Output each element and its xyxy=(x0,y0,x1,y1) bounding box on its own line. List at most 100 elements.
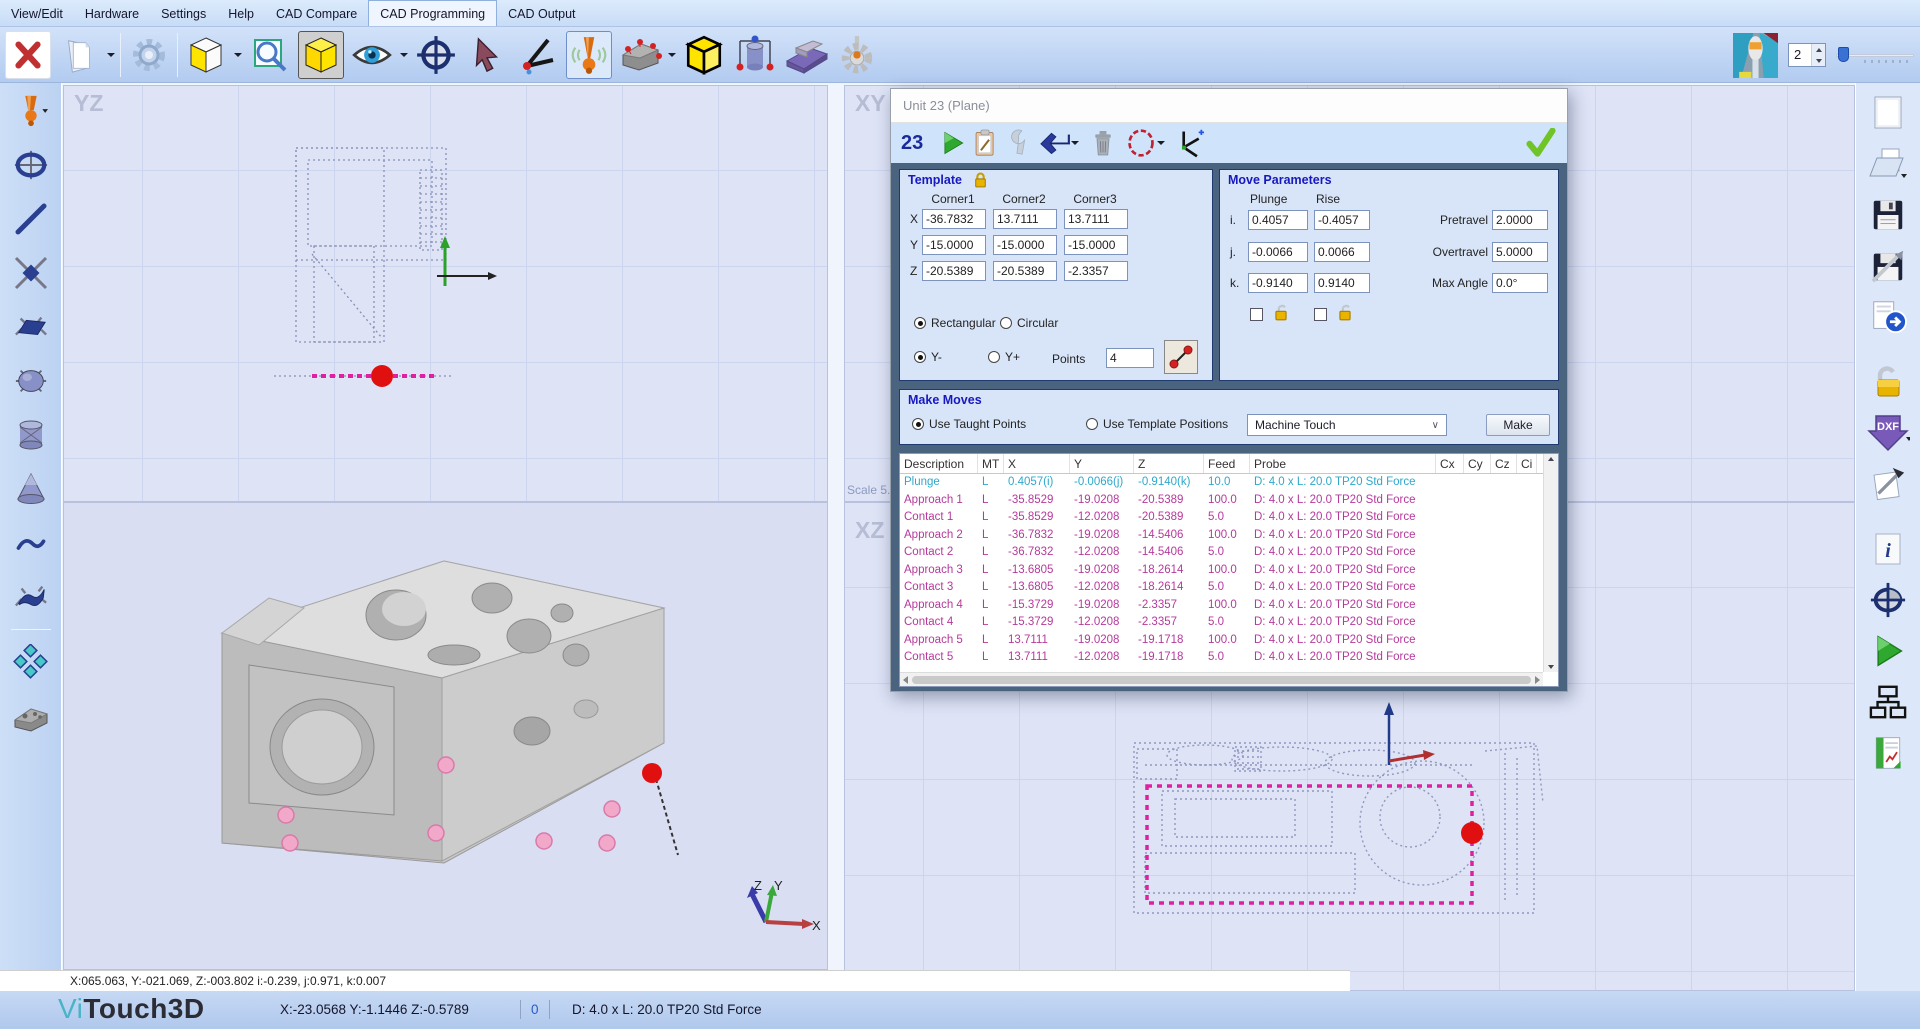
scroll-right-icon[interactable] xyxy=(1535,676,1540,684)
probe-preview-thumbnail[interactable] xyxy=(1733,33,1778,78)
new-document-button[interactable] xyxy=(1865,91,1911,135)
z-corner1-field[interactable] xyxy=(922,261,986,281)
scrollbar-thumb[interactable] xyxy=(912,676,1531,684)
curve-feature-button[interactable] xyxy=(8,521,54,565)
menu-help[interactable]: Help xyxy=(217,0,265,26)
return-move-button[interactable] xyxy=(1039,127,1071,159)
info-button[interactable]: i xyxy=(1865,527,1911,571)
y-corner1-field[interactable] xyxy=(922,235,986,255)
i-rise-field[interactable] xyxy=(1314,210,1370,230)
dialog-titlebar[interactable]: Unit 23 (Plane) xyxy=(891,89,1567,123)
plunge-lock-checkbox[interactable] xyxy=(1250,308,1263,321)
table-row[interactable]: Contact 2L-36.7832-12.0208-14.54065.0D: … xyxy=(900,544,1558,562)
axes-tool-button[interactable] xyxy=(1173,127,1205,159)
scroll-down-icon[interactable] xyxy=(1548,665,1554,669)
machine-gear-button[interactable] xyxy=(834,31,880,79)
table-row[interactable]: Approach 4L-15.3729-19.0208-2.3357100.0D… xyxy=(900,597,1558,615)
cylinder-feature-button[interactable] xyxy=(8,413,54,457)
accept-button[interactable] xyxy=(1525,127,1557,159)
scroll-left-icon[interactable] xyxy=(903,676,908,684)
use-template-positions-radio[interactable]: Use Template Positions xyxy=(1086,417,1228,431)
sphere-feature-button[interactable] xyxy=(8,359,54,403)
delete-button[interactable] xyxy=(1087,127,1119,159)
menu-settings[interactable]: Settings xyxy=(150,0,217,26)
cone-feature-button[interactable] xyxy=(8,467,54,511)
view-cube-button[interactable] xyxy=(183,31,229,79)
slider-thumb[interactable] xyxy=(1838,47,1849,62)
y-minus-radio[interactable]: Y- xyxy=(914,350,942,364)
probe-signal-button[interactable] xyxy=(566,31,612,79)
use-taught-points-radio[interactable]: Use Taught Points xyxy=(912,417,1026,431)
moves-table-header[interactable]: DescriptionMT XY ZFeed ProbeCx CyCz Ci xyxy=(900,454,1558,474)
rise-lock-checkbox[interactable] xyxy=(1314,308,1327,321)
settings-button[interactable] xyxy=(126,31,172,79)
edit-tool-button[interactable] xyxy=(1001,127,1033,159)
j-rise-field[interactable] xyxy=(1314,242,1370,262)
k-plunge-field[interactable] xyxy=(1248,273,1308,293)
dxf-export-button[interactable]: DXF xyxy=(1865,411,1911,455)
table-row[interactable]: Approach 5L13.7111-19.0208-19.1718100.0D… xyxy=(900,632,1558,650)
overtravel-field[interactable] xyxy=(1492,242,1548,262)
save-as-button[interactable] xyxy=(1865,244,1911,288)
surface-feature-button[interactable] xyxy=(8,575,54,619)
y-corner2-field[interactable] xyxy=(993,235,1057,255)
zoom-region-button[interactable] xyxy=(247,31,293,79)
probe-count-spinner[interactable]: 2 xyxy=(1788,43,1826,67)
table-row[interactable]: Contact 1L-35.8529-12.0208-20.53895.0D: … xyxy=(900,509,1558,527)
x-corner3-field[interactable] xyxy=(1064,209,1128,229)
lock-button[interactable] xyxy=(1865,360,1911,404)
menu-cad-programming[interactable]: CAD Programming xyxy=(368,0,497,26)
max-angle-field[interactable] xyxy=(1492,273,1548,293)
viewport-yz[interactable]: YZ xyxy=(63,85,828,502)
menu-hardware[interactable]: Hardware xyxy=(74,0,150,26)
rectangular-radio[interactable]: Rectangular xyxy=(914,316,996,330)
bounding-box-button[interactable] xyxy=(681,31,727,79)
point-feature-button[interactable] xyxy=(8,251,54,295)
x-corner2-field[interactable] xyxy=(993,209,1057,229)
points-field[interactable] xyxy=(1106,348,1154,368)
table-row[interactable]: Approach 1L-35.8529-19.0208-20.5389100.0… xyxy=(900,492,1558,510)
open-file-button[interactable] xyxy=(1865,142,1911,186)
run-program-button[interactable] xyxy=(1865,629,1911,673)
i-plunge-field[interactable] xyxy=(1248,210,1308,230)
size-slider[interactable] xyxy=(1836,45,1914,65)
circular-radio[interactable]: Circular xyxy=(1000,316,1058,330)
x-corner1-field[interactable] xyxy=(922,209,986,229)
return-move-dropdown[interactable] xyxy=(1071,141,1079,145)
z-corner2-field[interactable] xyxy=(993,261,1057,281)
menu-cad-output[interactable]: CAD Output xyxy=(497,0,586,26)
refit-circle-dropdown[interactable] xyxy=(1157,141,1165,145)
run-unit-button[interactable] xyxy=(937,127,969,159)
part-probe-dropdown[interactable] xyxy=(668,53,676,57)
pretravel-field[interactable] xyxy=(1492,210,1548,230)
table-row[interactable]: Approach 2L-36.7832-19.0208-14.5406100.0… xyxy=(900,527,1558,545)
line-feature-button[interactable] xyxy=(8,197,54,241)
menu-view-edit[interactable]: View/Edit xyxy=(0,0,74,26)
table-row[interactable]: Contact 3L-13.6805-12.0208-18.26145.0D: … xyxy=(900,579,1558,597)
select-cursor-button[interactable] xyxy=(464,31,510,79)
origin-target-sidebar-button[interactable] xyxy=(1865,578,1911,622)
program-tree-button[interactable] xyxy=(1865,680,1911,724)
part-block-button[interactable] xyxy=(8,694,54,738)
table-row[interactable]: PlungeL0.4057(i)-0.0066(j)-0.9140(k)10.0… xyxy=(900,474,1558,492)
report-button[interactable] xyxy=(969,127,1001,159)
refit-circle-button[interactable] xyxy=(1125,127,1157,159)
new-file-button[interactable] xyxy=(56,31,102,79)
shaded-cube-button[interactable] xyxy=(298,31,344,79)
point-pattern-button[interactable] xyxy=(8,640,54,684)
table-row[interactable]: Contact 4L-15.3729-12.0208-2.33575.0D: 4… xyxy=(900,614,1558,632)
k-rise-field[interactable] xyxy=(1314,273,1370,293)
spinner-up-button[interactable] xyxy=(1812,44,1825,55)
table-horizontal-scrollbar[interactable] xyxy=(900,672,1543,686)
j-plunge-field[interactable] xyxy=(1248,242,1308,262)
probe-point-button[interactable] xyxy=(8,89,54,133)
z-corner3-field[interactable] xyxy=(1064,261,1128,281)
visibility-button[interactable] xyxy=(349,31,395,79)
circle-feature-button[interactable] xyxy=(8,143,54,187)
cad-block-button[interactable] xyxy=(783,31,829,79)
y-plus-radio[interactable]: Y+ xyxy=(988,350,1020,364)
strategy-select[interactable]: Machine Touch ∨ xyxy=(1247,414,1447,436)
template-lock-icon[interactable] xyxy=(972,172,989,189)
export-document-button[interactable] xyxy=(1865,295,1911,339)
report-sheet-button[interactable] xyxy=(1865,731,1911,775)
